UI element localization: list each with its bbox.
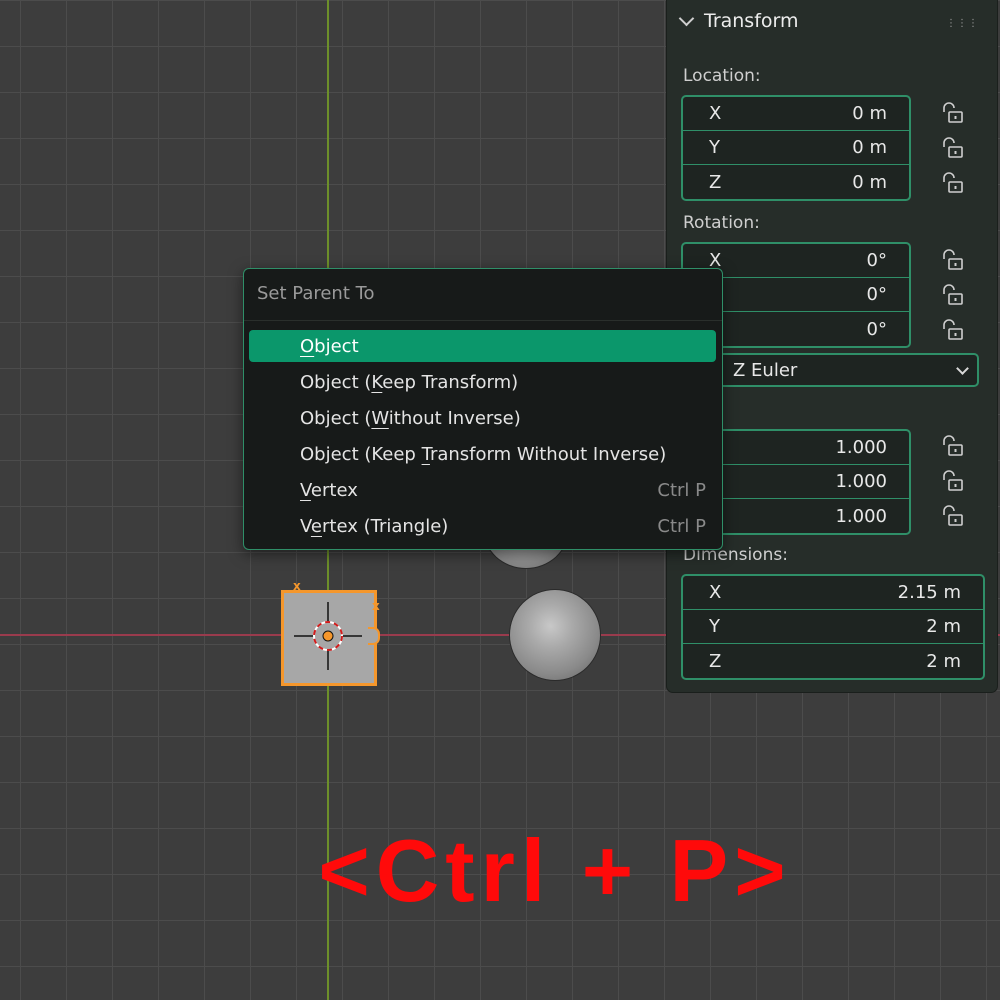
menu-item-label: Object (Without Inverse) [300,407,521,429]
panel-title: Transform [704,10,799,32]
unlock-icon[interactable] [940,172,964,194]
menu-item-vertex-triangle[interactable]: Vertex (Triangle) Ctrl P [249,510,716,542]
location-y-field[interactable]: Y0 m [683,131,909,165]
chevron-down-icon [956,361,969,375]
location-x-field[interactable]: X0 m [683,97,909,131]
rotation-label: Rotation: [683,213,760,233]
menu-title: Set Parent To [257,283,375,304]
unlock-icon[interactable] [940,505,964,527]
unlock-icon[interactable] [940,137,964,159]
menu-divider [244,320,722,321]
rotation-mode-value: Z Euler [733,359,798,381]
menu-item-vertex[interactable]: Vertex Ctrl P [249,474,716,506]
menu-item-label: Object (Keep Transform) [300,371,519,393]
unlock-icon[interactable] [940,284,964,306]
panel-header[interactable]: Transform [678,10,799,32]
dimensions-y-field[interactable]: Y2 m [683,610,983,644]
set-parent-menu: Set Parent To Object Object (Keep Transf… [243,268,723,550]
unlock-icon[interactable] [940,435,964,457]
drag-grip-icon[interactable]: ⋮⋮⋮ [946,18,979,29]
menu-item-shortcut: Ctrl P [657,515,706,537]
unlock-icon[interactable] [940,249,964,271]
menu-item-label: Object [300,335,359,357]
unlock-icon[interactable] [940,319,964,341]
menu-item-object-keep-transform-without-inverse[interactable]: Object (Keep Transform Without Inverse) [249,438,716,470]
chevron-down-icon[interactable] [678,10,695,26]
unlock-icon[interactable] [940,470,964,492]
shortcut-caption: <Ctrl + P> [318,821,792,920]
dimensions-fields: X 2.15 m Y2 m Z2 m [681,574,985,680]
empty-marker: x [372,599,380,613]
sphere-object[interactable] [510,590,600,680]
unlock-icon[interactable] [940,102,964,124]
dimensions-x-field[interactable]: X 2.15 m [683,576,983,610]
menu-item-object-without-inverse[interactable]: Object (Without Inverse) [249,402,716,434]
menu-item-object[interactable]: Object [249,330,716,362]
cube-edge-notch [368,627,380,645]
menu-item-label: Vertex [300,479,358,501]
3d-viewport[interactable]: x x Transform ⋮⋮⋮ Location: X0 m Y0 m Z0… [0,0,1000,1000]
location-fields: X0 m Y0 m Z0 m [681,95,911,201]
menu-item-label: Vertex (Triangle) [300,515,449,537]
empty-marker: x [293,579,301,593]
dimensions-z-field[interactable]: Z2 m [683,644,983,678]
menu-item-object-keep-transform[interactable]: Object (Keep Transform) [249,366,716,398]
menu-item-shortcut: Ctrl P [657,479,706,501]
location-label: Location: [683,66,761,86]
3d-cursor-icon [294,602,362,670]
menu-item-label: Object (Keep Transform Without Inverse) [300,443,667,465]
rotation-mode-select[interactable]: Z Euler [681,353,979,387]
location-z-field[interactable]: Z0 m [683,165,909,199]
